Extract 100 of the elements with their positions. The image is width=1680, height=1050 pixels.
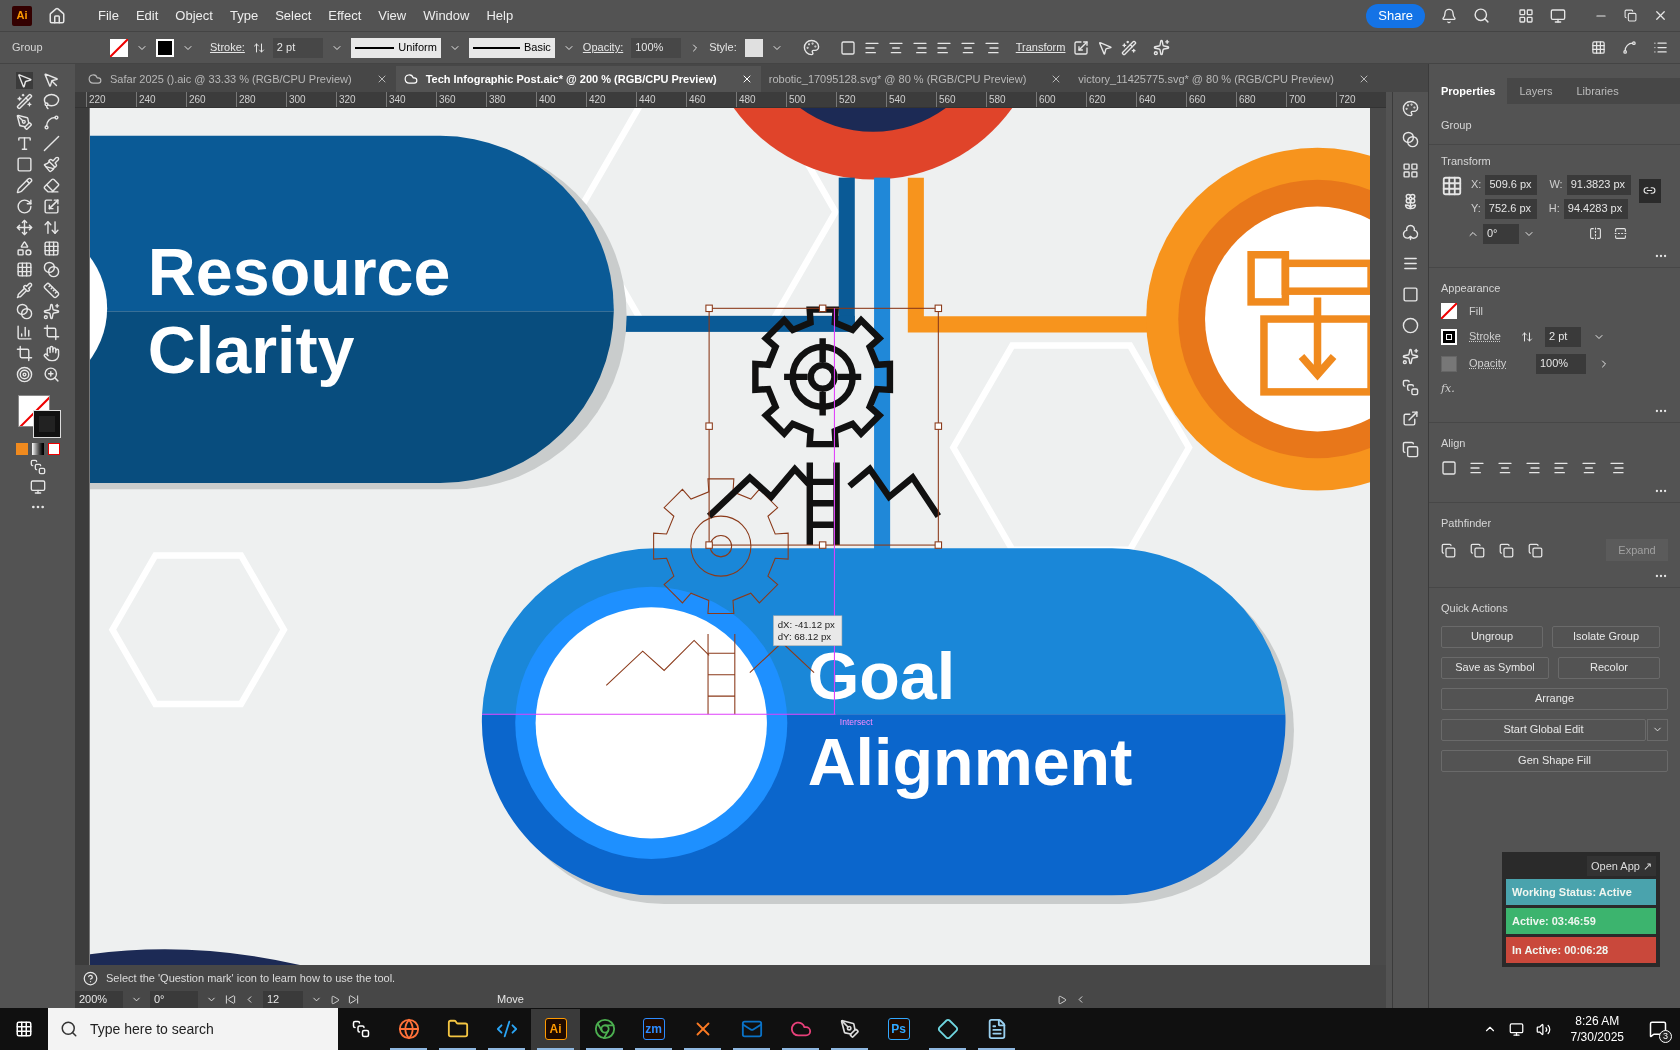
gradient-swatch[interactable] xyxy=(31,443,44,455)
fill-swatch[interactable] xyxy=(1441,303,1457,320)
shape-builder-icon[interactable] xyxy=(15,240,33,257)
free-transform-icon[interactable] xyxy=(42,219,60,236)
last-artboard-icon[interactable] xyxy=(348,994,359,1005)
stroke-link[interactable]: Stroke: xyxy=(210,39,245,56)
play-icon[interactable] xyxy=(1057,994,1067,1005)
taskbar-app[interactable]: Ai xyxy=(531,1008,580,1050)
direct-selection-tool-icon[interactable] xyxy=(42,72,60,89)
opacity-link[interactable]: Opacity xyxy=(1469,355,1509,372)
panel-tab[interactable]: Properties xyxy=(1429,78,1508,104)
swatches-icon[interactable] xyxy=(1402,162,1419,179)
rotation-field[interactable]: 0° xyxy=(150,991,198,1008)
measure-icon[interactable] xyxy=(42,282,60,299)
screen-mode-icon[interactable] xyxy=(29,479,46,495)
network-icon[interactable] xyxy=(1508,1021,1524,1037)
gen-shape-fill-button[interactable]: Gen Shape Fill xyxy=(1441,749,1668,772)
arrange-button[interactable]: Arrange xyxy=(1441,687,1668,710)
recolor-button[interactable]: Recolor xyxy=(1558,656,1660,679)
profile-dropdown[interactable]: Uniform xyxy=(350,37,441,58)
restore-icon[interactable] xyxy=(1624,9,1637,22)
menu-item[interactable]: Select xyxy=(275,5,312,26)
appearance-icon[interactable] xyxy=(1402,348,1419,365)
gradient-icon[interactable] xyxy=(42,261,60,278)
global-edit-button[interactable]: Start Global Edit xyxy=(1441,718,1646,741)
opacity-field[interactable]: 100% xyxy=(631,37,682,58)
hand-icon[interactable] xyxy=(42,345,60,362)
symbol-sprayer-icon[interactable] xyxy=(42,303,60,320)
scale-icon[interactable] xyxy=(42,198,60,215)
lasso-icon[interactable] xyxy=(42,93,60,110)
arrange-icon[interactable] xyxy=(1591,40,1606,55)
search-field[interactable]: Type here to search xyxy=(48,1008,338,1050)
stroke-swatch[interactable] xyxy=(156,38,174,57)
stroke-weight-field[interactable]: 2 pt xyxy=(272,37,323,58)
vertical-scrollbar[interactable] xyxy=(1370,108,1386,965)
next-artboard-icon[interactable] xyxy=(330,994,340,1005)
ungroup-button[interactable]: Ungroup xyxy=(1441,625,1543,648)
style-swatch[interactable] xyxy=(744,38,763,57)
eraser-icon[interactable] xyxy=(42,177,60,194)
select-similar-icon[interactable] xyxy=(1097,39,1114,56)
brush-dropdown[interactable]: Basic xyxy=(468,37,555,58)
stroke-swatch[interactable] xyxy=(1441,328,1457,345)
artboards-icon[interactable] xyxy=(1402,441,1419,458)
height-field[interactable]: 94.4283 px xyxy=(1563,198,1628,219)
search-icon[interactable] xyxy=(1473,7,1490,24)
fill-swatch[interactable] xyxy=(110,38,128,57)
mesh-icon[interactable] xyxy=(15,261,33,278)
stroke-icon[interactable] xyxy=(1402,255,1419,272)
document-tab[interactable]: victory_11425775.svg* @ 80 % (RGB/CPU Preview) xyxy=(1070,66,1378,92)
selection-tool-icon[interactable] xyxy=(15,72,33,89)
opacity-link[interactable]: Opacity: xyxy=(582,39,624,56)
rotate-field[interactable]: 0° xyxy=(1483,223,1519,244)
intersect-icon[interactable] xyxy=(1499,542,1514,558)
help-icon[interactable] xyxy=(83,970,98,986)
task-view-icon[interactable] xyxy=(352,1020,370,1038)
color-guide-icon[interactable] xyxy=(1402,131,1419,148)
menu-item[interactable]: File xyxy=(98,5,119,26)
menu-item[interactable]: View xyxy=(378,5,407,26)
stroke-weight-field[interactable]: 2 pt xyxy=(1545,326,1581,347)
eyedropper-icon[interactable] xyxy=(15,282,33,299)
constrain-button[interactable] xyxy=(1638,178,1661,203)
unite-icon[interactable] xyxy=(1441,542,1456,558)
gradient-icon[interactable] xyxy=(1402,286,1419,303)
x-field[interactable]: 509.6 px xyxy=(1485,174,1538,195)
link-icon[interactable] xyxy=(1643,184,1657,197)
type-tool-icon[interactable] xyxy=(15,135,33,152)
isolate-group-button[interactable]: Isolate Group xyxy=(1552,625,1660,648)
transform-link[interactable]: Transform xyxy=(1015,39,1066,56)
flip-vertical-icon[interactable] xyxy=(1614,227,1627,240)
taskbar-app[interactable]: zm xyxy=(629,1008,678,1050)
menu-item[interactable]: Help xyxy=(486,5,514,26)
transparency-icon[interactable] xyxy=(1402,317,1419,334)
align-to-icon[interactable] xyxy=(1441,459,1457,476)
panel-icon[interactable] xyxy=(1550,7,1566,24)
flip-horizontal-icon[interactable] xyxy=(1589,227,1602,240)
width-field[interactable]: 91.3823 px xyxy=(1566,174,1631,195)
graphic-styles-icon[interactable] xyxy=(1402,379,1419,396)
open-app-button[interactable]: Open App ↗ xyxy=(1587,856,1656,876)
distribute-icon[interactable] xyxy=(1622,40,1637,55)
effects-label[interactable]: fx. xyxy=(1441,380,1668,397)
curvature-icon[interactable] xyxy=(42,114,60,131)
generate-icon[interactable] xyxy=(1153,39,1171,56)
paintbrush-icon[interactable] xyxy=(42,156,60,173)
home-icon[interactable] xyxy=(48,6,66,25)
align-to-icon[interactable] xyxy=(839,39,856,56)
menu-item[interactable]: Edit xyxy=(135,5,159,26)
zoom-icon[interactable] xyxy=(42,366,60,383)
first-artboard-icon[interactable] xyxy=(225,994,236,1005)
stepper-icon[interactable] xyxy=(1521,330,1533,343)
artboard-field[interactable]: 12 xyxy=(263,991,303,1008)
slice-icon[interactable] xyxy=(15,345,33,362)
save-symbol-button[interactable]: Save as Symbol xyxy=(1441,656,1549,679)
current-tool-label[interactable]: Move xyxy=(497,991,697,1008)
close-icon[interactable] xyxy=(1653,8,1668,23)
rotate-view-icon[interactable] xyxy=(15,366,33,383)
none-swatch[interactable] xyxy=(47,443,60,455)
exclude-icon[interactable] xyxy=(1528,542,1543,558)
artboard-icon[interactable] xyxy=(42,324,60,341)
magic-icon[interactable] xyxy=(1121,39,1138,56)
taskbar-app[interactable]: Ps xyxy=(874,1008,923,1050)
